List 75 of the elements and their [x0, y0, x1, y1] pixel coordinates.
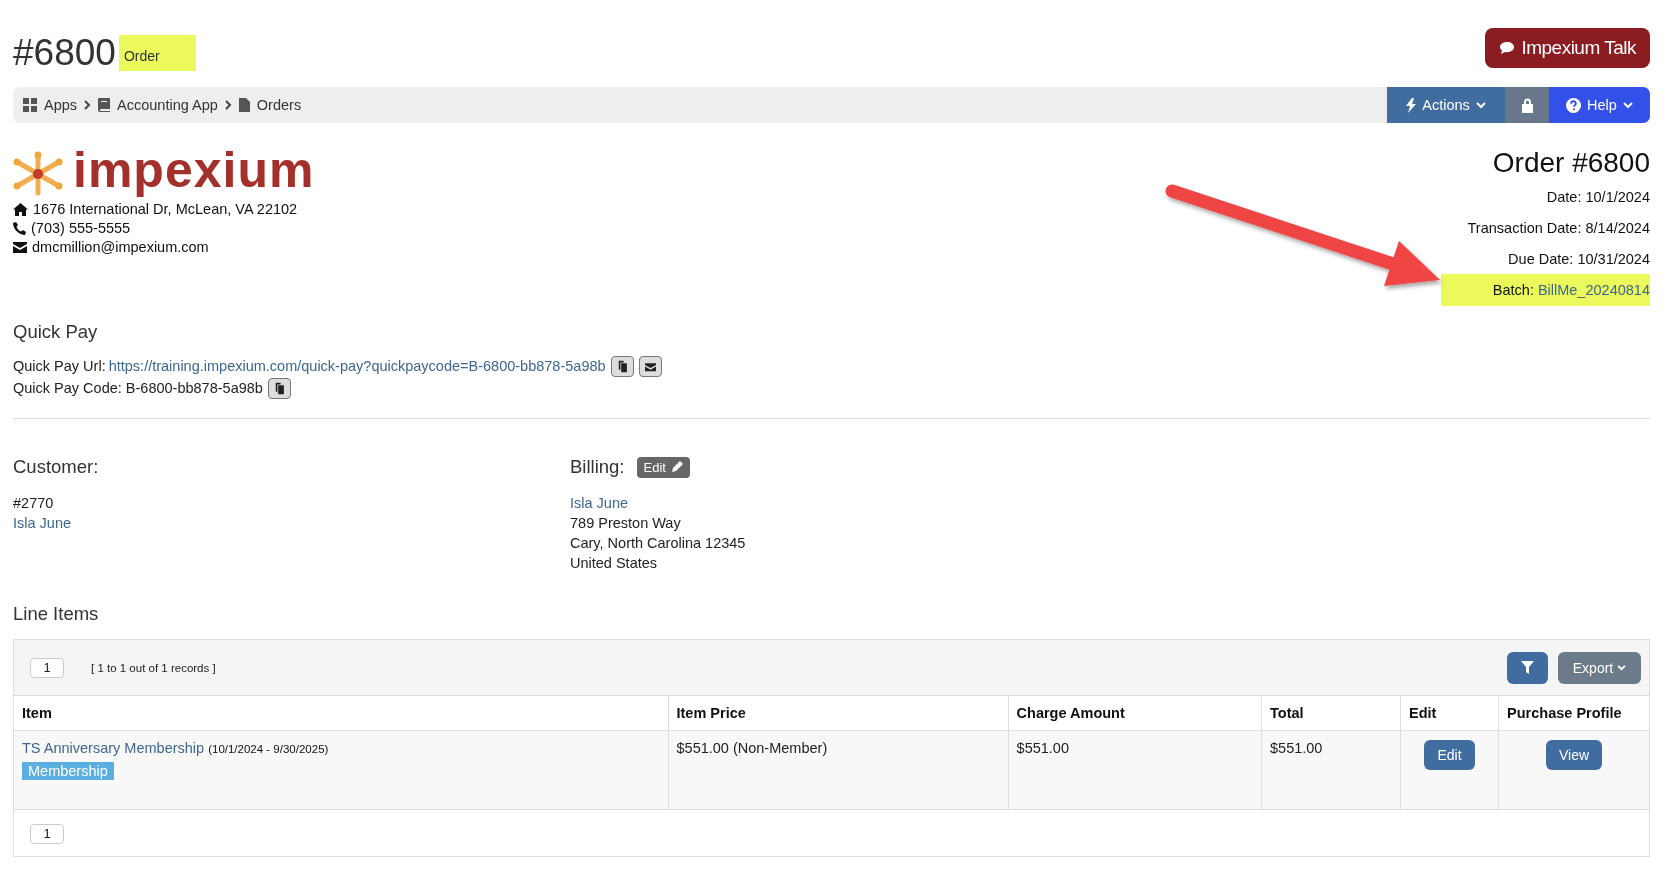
- envelope-icon: [13, 242, 27, 253]
- order-field: Due Date: 10/31/2024: [1500, 246, 1650, 273]
- column-header: Edit: [1400, 696, 1499, 731]
- home-icon: [13, 203, 28, 216]
- records-count: [ 1 to 1 out of 1 records ]: [91, 661, 216, 674]
- page-number-box[interactable]: 1: [30, 824, 64, 844]
- billing-name-link[interactable]: Isla June: [570, 495, 629, 511]
- filter-icon: [1521, 661, 1534, 674]
- billing-address-line: Cary, North Carolina 12345: [570, 534, 747, 553]
- section-heading: Quick Pay: [13, 321, 99, 343]
- breadcrumb-link[interactable]: Orders: [256, 97, 302, 113]
- section-heading: Billing:: [570, 456, 625, 478]
- billing-address-line: United States: [570, 554, 659, 573]
- page-subtitle: Order: [118, 35, 196, 71]
- impexium-talk-button[interactable]: Impexium Talk: [1485, 28, 1650, 68]
- chevron-right-icon: [84, 100, 92, 110]
- lock-button[interactable]: [1505, 87, 1549, 123]
- breadcrumb-link[interactable]: Apps: [44, 97, 78, 113]
- chevron-down-icon: [1475, 101, 1486, 109]
- chevron-down-icon: [1617, 664, 1627, 671]
- pencil-icon: [670, 461, 683, 473]
- edit-button[interactable]: Edit: [1424, 740, 1475, 770]
- company-logo-text: impexium: [73, 145, 315, 195]
- edit-billing-button[interactable]: Edit: [636, 456, 690, 478]
- table-cell: $551.00: [1261, 730, 1401, 810]
- book-icon: [98, 98, 111, 112]
- section-heading: Customer:: [13, 456, 99, 478]
- copy-icon: [616, 359, 629, 373]
- quick-pay-link[interactable]: https://training.impexium.com/quick-pay?quickpaycode=B-6800-bb878-5a98b: [108, 355, 606, 377]
- filter-button[interactable]: [1507, 651, 1548, 684]
- billing-address-line: 789 Preston Way: [570, 514, 682, 533]
- phone-icon: [13, 222, 26, 235]
- actions-menu-button[interactable]: Actions: [1387, 87, 1505, 123]
- company-email: dmcmillion@impexium.com: [32, 238, 209, 257]
- page-number-box[interactable]: 1: [30, 657, 64, 678]
- table-cell: $551.00 (Non-Member): [668, 730, 1009, 810]
- order-field: Transaction Date: 8/14/2024: [1459, 215, 1650, 242]
- help-icon: [1566, 97, 1582, 113]
- speech-bubble-icon: [1499, 41, 1516, 55]
- section-heading: Line Items: [13, 603, 100, 625]
- logo-starburst-icon: [13, 151, 63, 197]
- item-link[interactable]: TS Anniversary Membership: [22, 740, 205, 756]
- order-field: Date: 10/1/2024: [1538, 184, 1650, 211]
- order-title: Order #6800: [1492, 146, 1650, 180]
- view-button[interactable]: View: [1546, 740, 1603, 770]
- membership-tag: Membership: [22, 762, 114, 780]
- table-cell: $551.00: [1008, 730, 1262, 810]
- lightning-icon: [1406, 97, 1417, 113]
- order-field: Batch: BillMe_20240814: [1440, 274, 1650, 306]
- customer-number: #2770: [13, 494, 55, 513]
- file-icon: [238, 98, 250, 112]
- help-menu-button[interactable]: Help: [1549, 87, 1650, 123]
- column-header: Item Price: [668, 696, 1009, 731]
- quick-pay-code: Quick Pay Code: B-6800-bb878-5a98b: [13, 379, 263, 398]
- membership-period: (10/1/2024 - 9/30/2025): [208, 743, 329, 755]
- copy-icon: [273, 381, 286, 395]
- order-number-title: #6800: [13, 31, 116, 71]
- copy-button[interactable]: [610, 355, 634, 377]
- field-label: Quick Pay Url:: [13, 357, 106, 376]
- breadcrumb-link[interactable]: Accounting App: [117, 97, 218, 113]
- chevron-down-icon: [1622, 101, 1633, 109]
- company-phone: (703) 555-5555: [31, 219, 131, 238]
- column-header: Charge Amount: [1008, 696, 1262, 731]
- copy-button[interactable]: [267, 377, 291, 399]
- lock-icon: [1520, 97, 1534, 113]
- column-header: Total: [1261, 696, 1401, 731]
- column-header: Purchase Profile: [1498, 696, 1649, 731]
- email-button[interactable]: [638, 355, 662, 377]
- chevron-right-icon: [224, 100, 232, 110]
- column-header: Item: [14, 696, 668, 731]
- customer-link[interactable]: Isla June: [13, 515, 72, 531]
- export-button[interactable]: Export: [1558, 651, 1641, 684]
- grid-icon: [23, 98, 37, 112]
- envelope-icon: [643, 360, 657, 372]
- company-address: 1676 International Dr, McLean, VA 22102: [33, 200, 298, 219]
